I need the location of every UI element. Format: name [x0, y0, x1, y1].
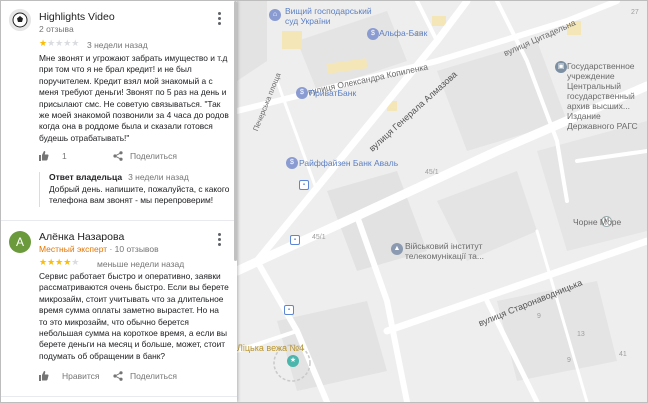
house-number: 45/1 — [425, 169, 439, 176]
owner-reply-text: Добрый день. напишите, пожалуйста, с как… — [49, 184, 230, 206]
window-frame: Вищий господарський суд України ⌂ Альфа-… — [0, 0, 648, 403]
bus-stop-icon[interactable]: ▪ — [299, 180, 309, 190]
star-icon: ★★★★ — [39, 257, 72, 267]
rating-stars: ★★★★★ — [39, 257, 79, 268]
review-divider — [1, 220, 237, 221]
reviewer-name[interactable]: Алёнка Назарова — [39, 231, 124, 243]
alfa-bank-pin-icon[interactable]: $ — [367, 28, 379, 40]
court-pin-icon[interactable]: ⌂ — [269, 9, 281, 21]
owner-reply: Ответ владельца 3 недели назад Добрый ден… — [39, 172, 237, 207]
house-number: 45/1 — [312, 234, 326, 241]
star-icon: ★ — [39, 38, 48, 48]
avatar[interactable] — [9, 9, 31, 31]
reviewer-meta: Местный эксперт · 10 отзывов — [39, 244, 159, 254]
map-view[interactable]: Вищий господарський суд України ⌂ Альфа-… — [237, 1, 647, 402]
reviewer-meta: 2 отзыва — [39, 24, 74, 34]
map-label-tower[interactable]: Ліцька вежа №4 — [237, 343, 304, 353]
archive-pin-icon[interactable]: ▣ — [555, 61, 567, 73]
house-number: 41 — [619, 351, 627, 358]
like-button[interactable]: 1 — [39, 151, 67, 161]
local-guide-badge: Местный эксперт — [39, 244, 108, 254]
institute-pin-icon[interactable]: ▲ — [391, 243, 403, 255]
avatar[interactable]: А — [9, 231, 31, 253]
thumb-up-icon — [39, 371, 49, 381]
review-date: 3 недели назад — [87, 40, 148, 50]
privatbank-pin-icon[interactable]: $ — [296, 87, 308, 99]
like-count: 1 — [62, 151, 67, 161]
map-label-court[interactable]: Вищий господарський суд України — [285, 6, 372, 26]
review-text: Мне звонят и угрожают забрать имущество … — [39, 53, 229, 143]
more-options-icon[interactable] — [217, 233, 223, 247]
review-date: меньше недели назад — [97, 259, 185, 269]
map-label-privat[interactable]: ПриватБанк — [309, 88, 356, 98]
more-options-icon[interactable] — [217, 12, 223, 26]
share-button[interactable]: Поделиться — [113, 151, 177, 161]
like-button[interactable]: Нравится — [39, 371, 100, 381]
bus-stop-icon[interactable]: ▪ — [290, 235, 300, 245]
reviewer-name[interactable]: Highlights Video — [39, 11, 115, 23]
house-number: 13 — [577, 331, 585, 338]
house-number: 27 — [631, 9, 639, 16]
raiffeisen-pin-icon[interactable]: $ — [286, 157, 298, 169]
map-label-raiffeisen[interactable]: Райффайзен Банк Аваль — [299, 158, 398, 168]
like-label: Нравится — [62, 371, 100, 381]
house-number: 22 — [415, 31, 423, 38]
bus-stop-icon[interactable]: ▪ — [284, 305, 294, 315]
map-label-chorne-more[interactable]: Чорне Море — [573, 217, 621, 227]
house-number: 9 — [537, 313, 541, 320]
review-divider — [1, 396, 237, 397]
share-label: Поделиться — [130, 151, 177, 161]
review-text: Сервис работает быстро и оперативно, зая… — [39, 271, 229, 361]
scrollbar[interactable] — [234, 1, 237, 261]
share-button[interactable]: Поделиться — [113, 371, 177, 381]
star-icon: ★ — [71, 257, 80, 267]
tower-pin-icon[interactable]: ★ — [287, 355, 299, 367]
owner-reply-date: 3 недели назад — [128, 172, 189, 182]
house-number: 9 — [567, 357, 571, 364]
share-icon — [113, 151, 123, 161]
share-icon — [113, 371, 123, 381]
share-label: Поделиться — [130, 371, 177, 381]
map-label-archive[interactable]: Государственное учреждение Центральный г… — [567, 61, 647, 131]
rating-stars: ★★★★★ — [39, 38, 79, 49]
thumb-up-icon — [39, 151, 49, 161]
star-icon: ★★★★ — [47, 38, 80, 48]
reviews-panel[interactable]: Highlights Video 2 отзыва ★★★★★ 3 недели… — [1, 1, 237, 402]
owner-reply-title: Ответ владельца — [49, 172, 123, 182]
map-label-institute[interactable]: Військовий інститут телекомунікації та..… — [405, 241, 484, 261]
